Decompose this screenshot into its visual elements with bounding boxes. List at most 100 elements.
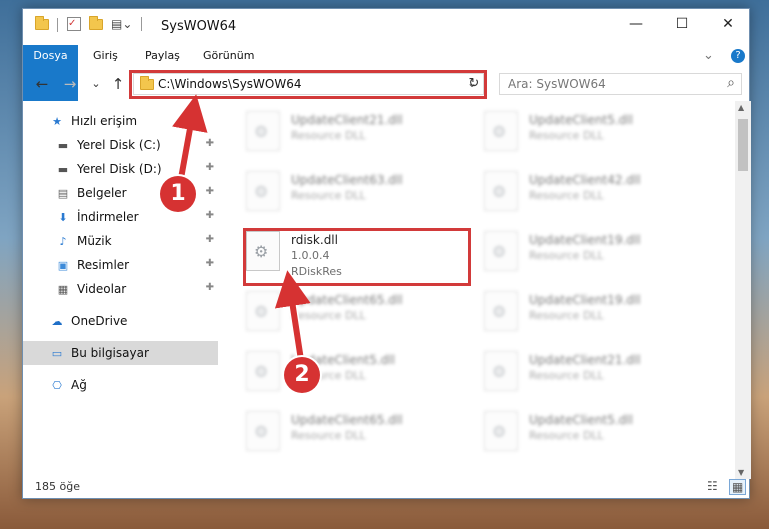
list-item[interactable]: UpdateClient65.dll Resource DLL [241,283,471,339]
sidebar-item-quick-access[interactable]: ★ Hızlı erişim [23,109,218,133]
sidebar-item-onedrive[interactable]: ☁ OneDrive [23,309,218,333]
pin-icon[interactable]: ✚ [206,282,214,293]
file-name: UpdateClient42.dll [529,173,641,187]
file-name: UpdateClient19.dll [529,293,641,307]
tab-gorunum[interactable]: Görünüm [191,45,266,67]
file-name: UpdateClient5.dll [529,413,633,427]
file-name: UpdateClient65.dll [291,293,403,307]
back-button[interactable]: ← [31,73,53,95]
step-1-badge: 1 [160,176,196,212]
sidebar-item-network[interactable]: ⎔ Ağ [23,373,218,397]
recent-locations-icon[interactable]: ⌄ [85,73,107,95]
list-item[interactable]: UpdateClient5.dll Resource DLL [479,103,709,159]
dll-file-icon [484,111,518,151]
video-icon: ▦ [57,282,69,296]
file-description: Resource DLL [529,129,604,142]
address-highlight-box [129,70,487,99]
sidebar-item-label: İndirmeler [77,210,139,224]
search-box[interactable]: Ara: SysWOW64 ⌕ [499,73,742,95]
sidebar-item-downloads[interactable]: ⬇ İndirmeler ✚ [23,205,218,229]
forward-button[interactable]: → [59,73,81,95]
sidebar-item-label: Yerel Disk (D:) [77,162,162,176]
file-name: UpdateClient21.dll [291,113,403,127]
item-count: 185 öğe [35,480,80,493]
search-icon[interactable]: ⌕ [727,75,735,91]
file-description: Resource DLL [291,129,366,142]
ribbon-expand-icon[interactable]: ⌄ [703,45,714,67]
sidebar-item-videos[interactable]: ▦ Videolar ✚ [23,277,218,301]
close-button[interactable]: ✕ [705,9,751,39]
new-folder-icon[interactable] [89,16,103,30]
title-bar: ✓ ▤⌄ SysWOW64 — ☐ ✕ [23,9,749,45]
help-icon[interactable]: ? [731,49,745,63]
list-item[interactable]: UpdateClient65.dll Resource DLL [241,403,471,459]
dll-file-icon [484,171,518,211]
sidebar-item-label: Yerel Disk (C:) [77,138,161,152]
file-name: UpdateClient19.dll [529,233,641,247]
sidebar-item-label: Resimler [77,258,130,272]
sidebar-item-label: Bu bilgisayar [71,346,149,360]
quick-access-divider [57,18,58,32]
details-view-icon[interactable]: ☷ [707,479,718,493]
pin-icon[interactable]: ✚ [206,186,214,197]
list-item[interactable]: UpdateClient19.dll Resource DLL [479,283,709,339]
sidebar-item-music[interactable]: ♪ Müzik ✚ [23,229,218,253]
computer-icon: ▭ [51,346,63,360]
pin-icon[interactable]: ✚ [206,162,214,173]
sidebar-item-local-disk-c[interactable]: ▬ Yerel Disk (C:) ✚ [23,133,218,157]
window-title: SysWOW64 [161,19,237,34]
file-name: UpdateClient65.dll [291,413,403,427]
pin-icon[interactable]: ✚ [206,234,214,245]
properties-icon[interactable]: ✓ [67,17,81,31]
up-button[interactable]: ↑ [107,73,129,95]
list-item[interactable]: UpdateClient42.dll Resource DLL [479,163,709,219]
navigation-pane: ★ Hızlı erişim ▬ Yerel Disk (C:) ✚ ▬ Yer… [23,109,218,469]
sidebar-item-local-disk-d[interactable]: ▬ Yerel Disk (D:) ✚ [23,157,218,181]
sidebar-item-label: Ağ [71,378,87,392]
scroll-up-icon[interactable]: ▲ [738,103,744,112]
scroll-down-icon[interactable]: ▼ [738,468,744,477]
network-icon: ⎔ [52,378,62,392]
list-item[interactable]: UpdateClient63.dll Resource DLL [241,163,471,219]
download-icon: ⬇ [58,210,68,224]
ribbon-tabs: Dosya Giriş Paylaş Görünüm ⌄ ? [23,45,749,101]
list-item[interactable]: UpdateClient5.dll Resource DLL [479,403,709,459]
list-item[interactable]: UpdateClient5.dll Resource DLL [241,343,471,399]
document-icon: ▤ [57,186,69,200]
vertical-scrollbar[interactable]: ▲ ▼ [735,101,751,479]
sidebar-item-label: Videolar [77,282,127,296]
drive-icon: ▬ [57,162,69,176]
file-description: Resource DLL [529,309,604,322]
pin-icon[interactable]: ✚ [206,210,214,221]
file-description: Resource DLL [291,309,366,322]
dll-file-icon [246,171,280,211]
sidebar-item-this-pc[interactable]: ▭ Bu bilgisayar [23,341,218,365]
minimize-button[interactable]: — [613,9,659,39]
cloud-icon: ☁ [51,314,63,328]
search-input[interactable]: Ara: SysWOW64 [508,77,606,91]
drive-icon: ▬ [57,138,69,152]
list-item[interactable]: UpdateClient21.dll Resource DLL [241,103,471,159]
tab-giris[interactable]: Giriş [81,45,130,67]
pin-icon[interactable]: ✚ [206,258,214,269]
file-description: Resource DLL [529,189,604,202]
dll-file-icon [484,411,518,451]
dll-file-icon [484,351,518,391]
sidebar-item-label: Hızlı erişim [71,114,138,128]
file-description: Resource DLL [529,369,604,382]
file-description: Resource DLL [529,249,604,262]
pin-icon[interactable]: ✚ [206,138,214,149]
music-icon: ♪ [59,234,67,248]
customize-quick-access-icon[interactable]: ▤⌄ [111,17,132,31]
file-name: UpdateClient21.dll [529,353,641,367]
large-icons-view-icon[interactable]: ▦ [729,479,747,495]
title-divider [141,17,142,31]
list-item[interactable]: UpdateClient19.dll Resource DLL [479,223,709,279]
list-item[interactable]: UpdateClient21.dll Resource DLL [479,343,709,399]
maximize-button[interactable]: ☐ [659,9,705,39]
tab-paylas[interactable]: Paylaş [133,45,192,67]
scrollbar-thumb[interactable] [738,119,748,171]
file-description: Resource DLL [529,429,604,442]
file-highlight-box [243,228,471,286]
sidebar-item-pictures[interactable]: ▣ Resimler ✚ [23,253,218,277]
